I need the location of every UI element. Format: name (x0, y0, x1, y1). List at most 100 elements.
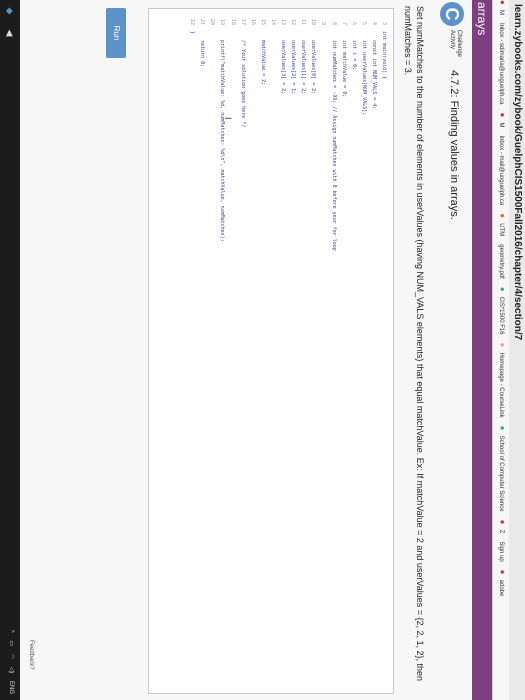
code-text: int userValues[NUM_VALS]; (360, 31, 367, 116)
line-number: 22 (189, 18, 196, 25)
bookmark-label: M (498, 122, 504, 128)
bookmark-item[interactable]: ●Z (493, 520, 509, 534)
line-number: 16 (249, 18, 256, 25)
code-lines[interactable]: 3 int main(void) {4 const int NUM_VALS = … (187, 9, 389, 693)
code-line[interactable]: 5 int userValues[NUM_VALS]; (359, 9, 369, 693)
bookmark-label: Inbox - sdimaria@uoguelph.ca (498, 23, 504, 105)
code-editor[interactable]: 3 int main(void) {4 const int NUM_VALS = … (148, 8, 394, 694)
code-line[interactable]: 12 userValues[2] = 1; (288, 9, 298, 693)
bookmark-item[interactable]: Inbox - mail@uoguelph.ca (493, 135, 509, 205)
bookmark-favicon-icon: ● (497, 286, 507, 292)
battery-icon[interactable]: ▭ (8, 640, 14, 646)
bookmark-label: Inbox - mail@uoguelph.ca (498, 135, 504, 206)
bookmark-item[interactable]: ●M (493, 112, 509, 127)
code-text: int main(void) { (381, 31, 387, 80)
bookmark-label: UTM (498, 223, 504, 237)
address-bar[interactable]: learn.zybooks.com/zybook/GuelphCIS1500Fa… (509, 0, 525, 700)
badge-label: Challenge Activity (448, 30, 462, 57)
code-line[interactable]: 13 userValues[3] = 2; (278, 9, 288, 693)
bookmark-favicon-icon: ● (497, 569, 507, 575)
line-number: 12 (290, 18, 297, 25)
line-number: 19 (219, 18, 226, 25)
code-line[interactable]: 15 matchValue = 2; (258, 9, 268, 693)
bookmark-item[interactable]: geometry.pdf (493, 244, 509, 279)
code-line[interactable]: 20 (207, 9, 217, 693)
bookmark-item[interactable]: ● School of Computer Science (493, 426, 509, 512)
code-text: matchValue = 2; (259, 31, 266, 86)
line-number: 7 (340, 21, 347, 25)
code-text: return 0; (199, 31, 206, 68)
code-line[interactable]: 18 (228, 9, 238, 693)
code-text: const int NUM_VALS = 4; (370, 31, 377, 110)
code-text: userValues[1] = 2; (300, 31, 307, 95)
code-text: userValues[2] = 1; (290, 31, 297, 95)
code-line[interactable]: 7 int matchValue = 0; (339, 9, 349, 693)
volume-icon[interactable]: ◁) (8, 667, 14, 674)
code-line[interactable]: 6 int i = 0; (349, 9, 359, 693)
code-line[interactable]: 17 /* Your solution goes here */ (238, 9, 248, 693)
code-text: printf("matchValue: %d, numMatches: %d\n… (219, 31, 226, 242)
bookmark-item[interactable]: ● adobe (493, 570, 509, 597)
wifi-icon[interactable]: ◠ (8, 654, 14, 659)
code-line[interactable]: 9 (318, 9, 328, 693)
bookmark-item[interactable]: ● UTM (493, 213, 509, 236)
bookmark-favicon-icon: ● (497, 213, 507, 219)
line-number: 18 (229, 18, 236, 25)
line-number: 20 (209, 18, 216, 25)
line-number: 11 (300, 18, 307, 25)
bookmark-label: School of Computer Science (498, 435, 504, 512)
line-number: 21 (199, 18, 206, 25)
bookmark-item[interactable]: Sign up (493, 541, 509, 561)
chevron-up-icon[interactable]: ^ (8, 630, 14, 633)
run-button[interactable]: Run (106, 8, 126, 58)
code-line[interactable]: 8 int numMatches = -99; // Assign numMat… (328, 9, 338, 693)
code-line[interactable]: 22} (187, 9, 197, 693)
line-number: 10 (310, 18, 317, 25)
system-tray: ^ ▭ ◠ ◁) ENG (8, 624, 15, 694)
bookmarks-bar: ●MInbox - sdimaria@uoguelph.ca●MInbox - … (492, 0, 509, 700)
language-indicator[interactable]: ENG (8, 681, 14, 694)
line-number: 8 (330, 21, 337, 25)
bookmark-item[interactable]: ● Homepage - CourseLink (493, 343, 509, 418)
code-text: /* Your solution goes here */ (239, 31, 246, 128)
code-text: int numMatches = -99; // Assign numMatch… (330, 31, 337, 251)
code-line[interactable]: 16 (248, 9, 258, 693)
code-text: userValues[3] = 2; (280, 31, 287, 95)
line-number: 6 (350, 21, 357, 25)
activity-title: 4.7.2: Finding values in arrays. (448, 70, 460, 220)
feedback-link[interactable]: Feedback? (28, 640, 34, 670)
bookmark-item[interactable]: Inbox - sdimaria@uoguelph.ca (493, 23, 509, 104)
line-number: 4 (370, 21, 377, 25)
badge-line-2: Activity (449, 30, 455, 50)
bookmark-item[interactable]: ●M (493, 0, 509, 15)
section-header: arrays (472, 0, 492, 700)
line-number: 17 (239, 18, 246, 25)
challenge-badge-icon: C (440, 2, 464, 26)
line-number: 14 (269, 18, 276, 25)
line-number: 3 (381, 21, 387, 25)
activity-instruction: Set numMatches to the number of elements… (403, 6, 425, 682)
code-line[interactable]: 10 userValues[0] = 2; (308, 9, 318, 693)
bookmark-favicon-icon: ● (497, 519, 507, 525)
code-text: int matchValue = 0; (340, 31, 347, 98)
text-cursor-icon: I (223, 117, 233, 120)
bookmark-label: Homepage - CourseLink (498, 352, 504, 418)
bookmark-favicon-icon: ● (497, 112, 507, 118)
bookmark-label: Sign up (498, 541, 504, 562)
code-line[interactable]: 21 return 0; (197, 9, 207, 693)
start-icon[interactable]: ◆ (5, 6, 15, 16)
code-line[interactable]: 14 (268, 9, 278, 693)
browser-screen: learn.zybooks.com/zybook/GuelphCIS1500Fa… (0, 0, 525, 700)
photo-frame: learn.zybooks.com/zybook/GuelphCIS1500Fa… (0, 0, 525, 700)
code-line[interactable]: 4 const int NUM_VALS = 4; (369, 9, 379, 693)
back-icon[interactable]: ◀ (5, 28, 15, 38)
code-line[interactable]: 3 int main(void) { (379, 9, 389, 693)
activity-panel: C Challenge Activity 4.7.2: Finding valu… (20, 0, 472, 700)
code-line[interactable]: 11 userValues[1] = 2; (298, 9, 308, 693)
section-title: arrays (475, 2, 489, 36)
bookmark-item[interactable]: ● CIS*1500 F16 (493, 287, 509, 335)
taskbar: ◆ ◀ ^ ▭ ◠ ◁) ENG (0, 0, 20, 700)
code-text: int i = 0; (350, 31, 357, 71)
code-line[interactable]: 19 printf("matchValue: %d, numMatches: %… (217, 9, 227, 693)
bookmark-favicon-icon: ● (497, 342, 507, 348)
